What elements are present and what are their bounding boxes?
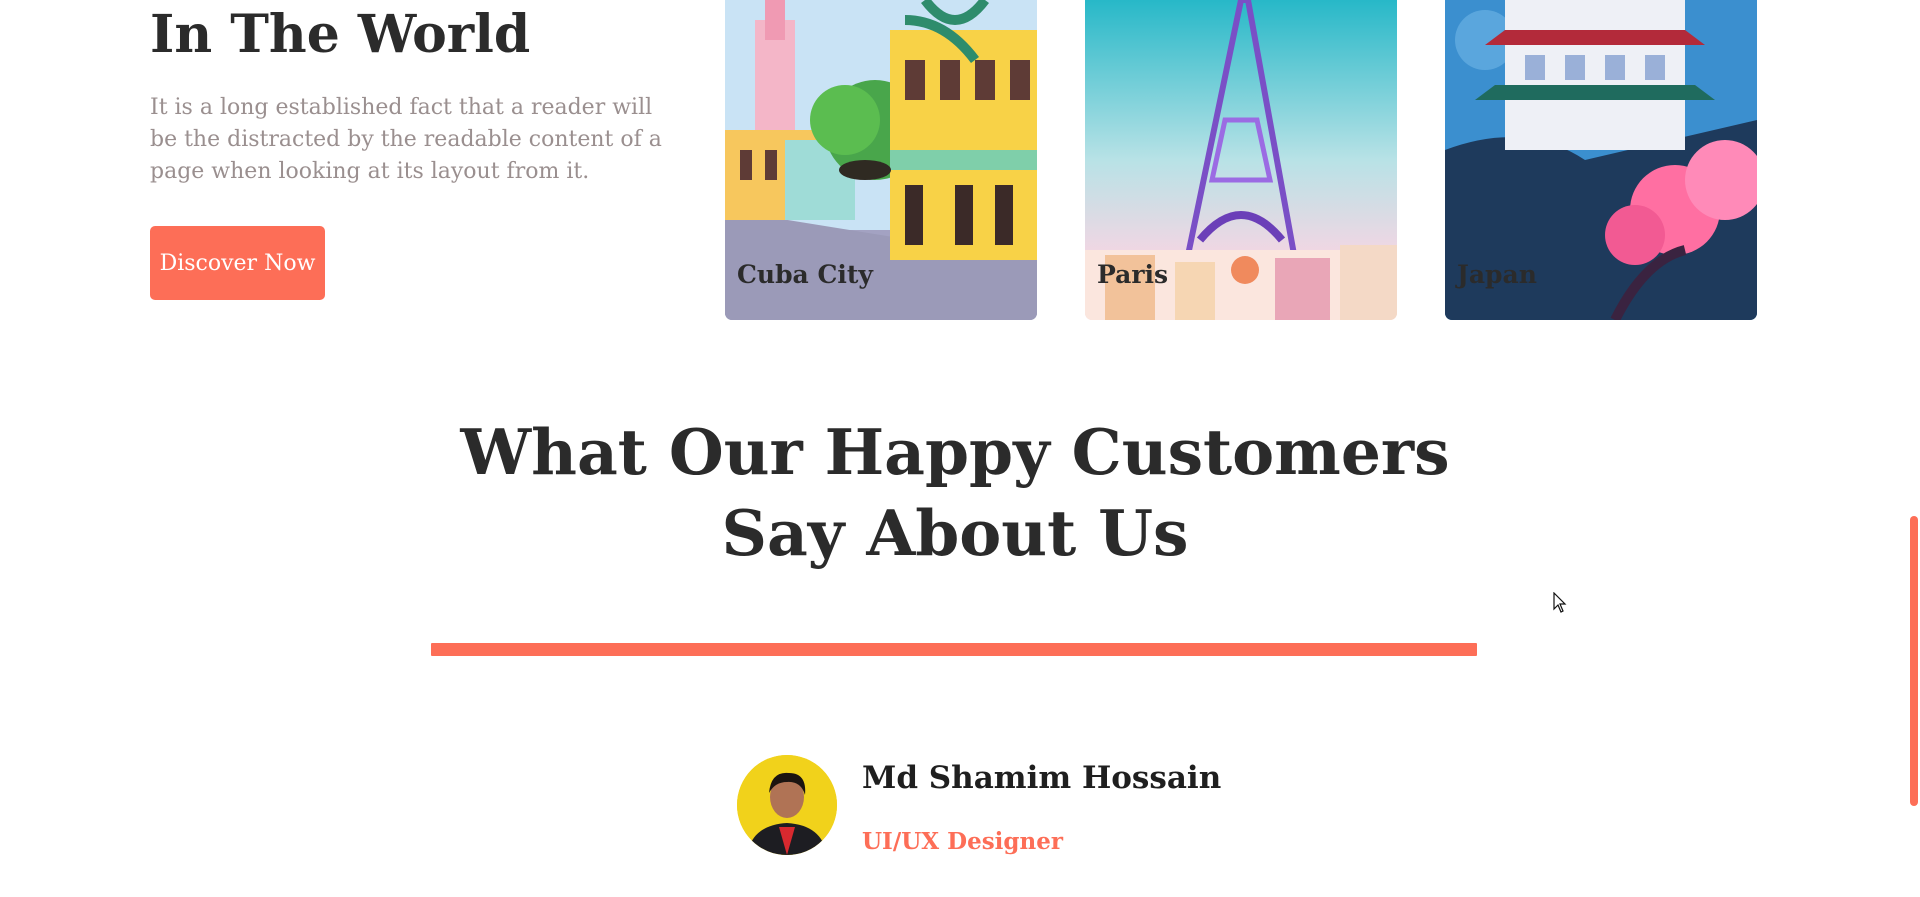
title-divider <box>431 643 1477 656</box>
hero-title: In The World <box>150 4 531 65</box>
destination-label: Japan <box>1457 260 1537 289</box>
scrollbar-thumb[interactable] <box>1910 516 1918 806</box>
destination-card-japan[interactable]: Japan <box>1445 0 1757 320</box>
discover-now-button[interactable]: Discover Now <box>150 226 325 300</box>
testimonials-title: What Our Happy Customers Say About Us <box>460 415 1450 570</box>
destination-card-paris[interactable]: Paris <box>1085 0 1397 320</box>
avatar <box>737 755 837 855</box>
mouse-cursor-icon <box>1553 592 1567 613</box>
hero-description: It is a long established fact that a rea… <box>150 95 662 184</box>
destination-card-cuba[interactable]: Cuba City <box>725 0 1037 320</box>
customer-role: UI/UX Designer <box>862 828 1063 855</box>
destination-label: Cuba City <box>737 260 873 289</box>
customer-name: Md Shamim Hossain <box>862 760 1222 796</box>
destination-label: Paris <box>1097 260 1169 289</box>
